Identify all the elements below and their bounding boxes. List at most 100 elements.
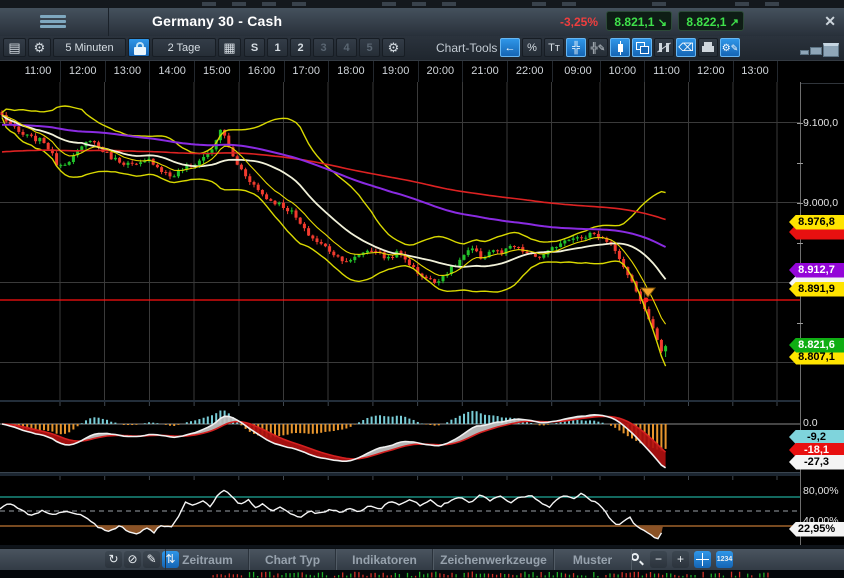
background-tab	[562, 2, 576, 6]
eraser-icon: ⌫	[678, 42, 694, 54]
background-tab	[232, 2, 246, 6]
back-arrow-icon: ←	[505, 42, 516, 54]
candle-icon	[618, 44, 623, 52]
close-icon[interactable]: ✕	[824, 13, 836, 30]
cascade-windows-button[interactable]	[632, 38, 652, 57]
sell-price-button[interactable]: 8.821,1 ↘	[606, 11, 672, 31]
gear-icon: ⚙	[388, 40, 400, 55]
trading-chart-window: Germany 30 - Cash -3,25% 8.821,1 ↘ 8.822…	[0, 0, 844, 578]
macd-panel[interactable]	[0, 402, 800, 472]
time-axis-divider	[105, 61, 106, 83]
quote-list-button[interactable]: ▤	[3, 38, 26, 57]
background-tab	[292, 2, 306, 6]
price-axis-line	[800, 82, 801, 545]
medium-window-icon[interactable]	[810, 47, 822, 55]
time-axis-divider	[689, 61, 690, 83]
preset-button-4[interactable]: 4	[336, 38, 357, 57]
background-tab	[652, 2, 666, 6]
erase-drawings-button[interactable]: ⌫	[676, 38, 696, 57]
print-button[interactable]	[698, 38, 718, 57]
time-label: 13:00	[735, 65, 775, 77]
background-tab	[442, 2, 456, 6]
price-labels-button[interactable]: 1234	[716, 551, 733, 568]
bottom-button-chart-typ[interactable]: Chart Typ	[248, 549, 337, 571]
grid-button[interactable]: ╬	[566, 38, 586, 57]
background-tab	[412, 2, 426, 6]
percent-icon: %	[527, 42, 537, 54]
preset-button-3[interactable]: 3	[313, 38, 334, 57]
bottom-button-indikatoren[interactable]: Indikatoren	[335, 549, 434, 571]
time-label: 20:00	[420, 65, 460, 77]
change-percent: -3,25%	[560, 15, 598, 29]
gear-icon: ⚙	[34, 40, 46, 55]
price-tick-label: 9.000,0	[803, 197, 843, 209]
time-label: 19:00	[376, 65, 416, 77]
settings-button[interactable]: ⚙	[28, 38, 51, 57]
time-axis-divider	[328, 61, 329, 83]
draw-button[interactable]: ✎	[143, 551, 160, 568]
small-window-icon[interactable]	[800, 50, 809, 55]
crosshair-button[interactable]	[694, 551, 711, 568]
bottom-button-muster[interactable]: Muster	[553, 549, 632, 571]
time-label: 12:00	[691, 65, 731, 77]
stoch-tick-label: 80,00%	[803, 485, 843, 497]
time-label: 13:00	[107, 65, 147, 77]
stoch-value-flag: 22,95%	[789, 522, 844, 537]
preset-button-1[interactable]: 1	[267, 38, 288, 57]
time-axis-divider	[60, 61, 61, 83]
background-tab	[262, 2, 276, 6]
time-label: 09:00	[558, 65, 598, 77]
preset-settings-button[interactable]: ⚙	[382, 38, 405, 57]
grid-edit-button[interactable]: ╬✎	[588, 38, 608, 57]
bottom-button-zeichenwerkzeuge[interactable]: Zeichenwerkzeuge	[432, 549, 555, 571]
macd-value-flag: -9,2	[789, 430, 844, 445]
time-label: 10:00	[602, 65, 642, 77]
reset-zoom-button[interactable]: ↻	[105, 551, 122, 568]
magnifier-icon	[631, 553, 639, 561]
gear-icon: ⚙	[722, 43, 731, 54]
lock-button[interactable]	[128, 38, 150, 57]
text-tool-button[interactable]: Tт	[544, 38, 564, 57]
zoom-out-button[interactable]: −	[650, 551, 667, 568]
time-axis: 11:0012:0013:0014:0015:0016:0017:0018:00…	[0, 60, 844, 84]
interval-dropdown[interactable]: 5 Minuten	[53, 38, 126, 57]
time-label: 16:00	[242, 65, 282, 77]
chart-settings-button[interactable]: ⚙✎	[720, 38, 740, 57]
buy-price-button[interactable]: 8.822,1 ↗	[678, 11, 744, 31]
minus-icon: −	[655, 552, 662, 566]
chart-tools-label: Chart-Tools	[436, 41, 497, 55]
stochastic-panel[interactable]	[0, 476, 800, 545]
bottom-toolbar: ↻ ⊘ ✎ ⇅ − + 1234 ZeitraumChart TypIndika…	[0, 548, 844, 572]
calendar-button[interactable]: ▦	[218, 38, 241, 57]
refresh-icon: ↻	[108, 552, 118, 566]
printer-icon	[702, 46, 714, 52]
preset-button-5[interactable]: 5	[359, 38, 380, 57]
price-chart[interactable]	[0, 82, 800, 400]
large-window-icon[interactable]	[823, 43, 839, 57]
time-axis-divider	[462, 61, 463, 83]
bottom-button-zeitraum[interactable]: Zeitraum	[165, 549, 250, 571]
percent-scale-button[interactable]: %	[522, 38, 542, 57]
background-tab	[735, 2, 749, 6]
page-title: Germany 30 - Cash	[152, 13, 282, 29]
list-icon: ▤	[8, 40, 20, 55]
back-button[interactable]: ←	[500, 38, 520, 57]
menu-button[interactable]	[0, 8, 109, 36]
time-label: 12:00	[63, 65, 103, 77]
numbers-icon: 1234	[717, 556, 733, 563]
time-axis-divider	[418, 61, 419, 83]
range-dropdown[interactable]: 2 Tage	[152, 38, 216, 57]
preset-button-2[interactable]: 2	[290, 38, 311, 57]
preset-button-s[interactable]: S	[244, 38, 265, 57]
time-label: 11:00	[18, 65, 58, 77]
lock-icon	[132, 41, 148, 57]
chart-navigator[interactable]	[0, 570, 844, 578]
pencil-icon: ✎	[731, 43, 739, 53]
compare-button[interactable]	[654, 38, 674, 57]
windows-icon	[640, 46, 649, 54]
disable-drawing-button[interactable]: ⊘	[124, 551, 141, 568]
candle-style-button[interactable]	[610, 38, 630, 57]
zoom-in-button[interactable]: +	[672, 551, 689, 568]
axis-tick	[797, 323, 803, 324]
time-label: 14:00	[152, 65, 192, 77]
